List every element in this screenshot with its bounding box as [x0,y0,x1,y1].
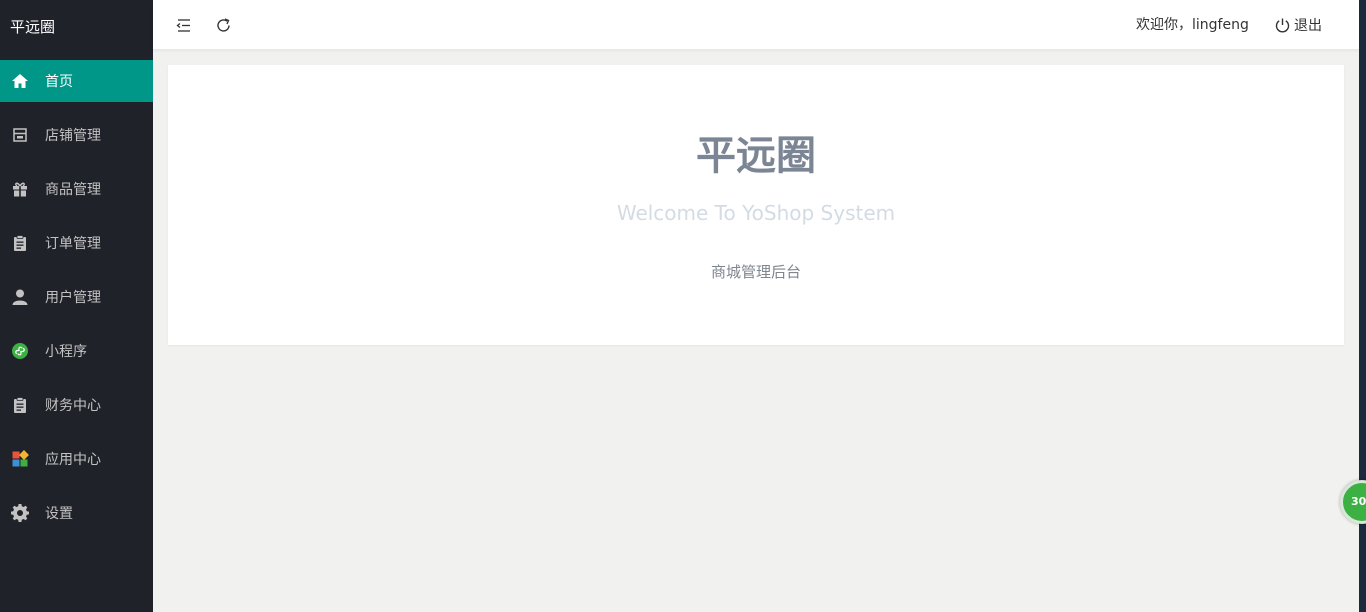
system-description: 商城管理后台 [710,263,801,281]
clipboard-icon [11,396,29,414]
sidebar: 平远圈 首页 店铺管理 商品管理 订单管理 用户管理 小程序 财务中心 应用中心… [0,0,153,612]
sidebar-item-orders[interactable]: 订单管理 [0,222,153,264]
refresh-icon [216,17,230,32]
power-icon [1275,18,1290,33]
refresh-button[interactable] [213,15,233,35]
sidebar-item-label: 首页 [45,74,73,90]
sidebar-item-products[interactable]: 商品管理 [0,168,153,210]
user-icon [11,288,29,306]
sidebar-item-home[interactable]: 首页 [0,60,153,102]
sidebar-item-label: 小程序 [45,344,87,360]
sidebar-item-label: 财务中心 [45,398,101,414]
welcome-card: 平远圈 Welcome To YoShop System 商城管理后台 [168,65,1344,345]
sidebar-nav: 首页 店铺管理 商品管理 订单管理 用户管理 小程序 财务中心 应用中心 设置 [0,60,153,534]
clipboard-icon [11,234,29,252]
sidebar-item-label: 设置 [45,506,73,522]
sidebar-item-label: 用户管理 [45,290,101,306]
page-title: 平远圈 [696,133,816,179]
brand-title: 平远圈 [10,18,56,36]
logout-label: 退出 [1294,18,1322,34]
logout-button[interactable]: 退出 [1274,0,1322,50]
sidebar-item-label: 店铺管理 [45,128,101,144]
sidebar-item-label: 商品管理 [45,182,101,198]
top-header: 欢迎你，lingfeng 退出 [153,0,1359,50]
sidebar-item-label: 订单管理 [45,236,101,252]
welcome-subtitle: Welcome To YoShop System [616,201,896,225]
sidebar-item-store[interactable]: 店铺管理 [0,114,153,156]
store-icon [11,126,29,144]
sidebar-item-users[interactable]: 用户管理 [0,276,153,318]
indent-icon [175,18,190,32]
sidebar-item-label: 应用中心 [45,452,101,468]
sidebar-item-mini-program[interactable]: 小程序 [0,330,153,372]
apps-icon [11,450,29,468]
gift-icon [11,180,29,198]
gear-icon [11,504,29,522]
floating-badge[interactable]: 30 [1340,480,1366,524]
collapse-menu-button[interactable] [173,15,193,35]
welcome-text: 欢迎你，lingfeng [1136,17,1249,33]
home-icon [11,72,29,90]
mini-program-icon [11,342,29,360]
sidebar-item-settings[interactable]: 设置 [0,492,153,534]
sidebar-item-apps[interactable]: 应用中心 [0,438,153,480]
sidebar-item-finance[interactable]: 财务中心 [0,384,153,426]
